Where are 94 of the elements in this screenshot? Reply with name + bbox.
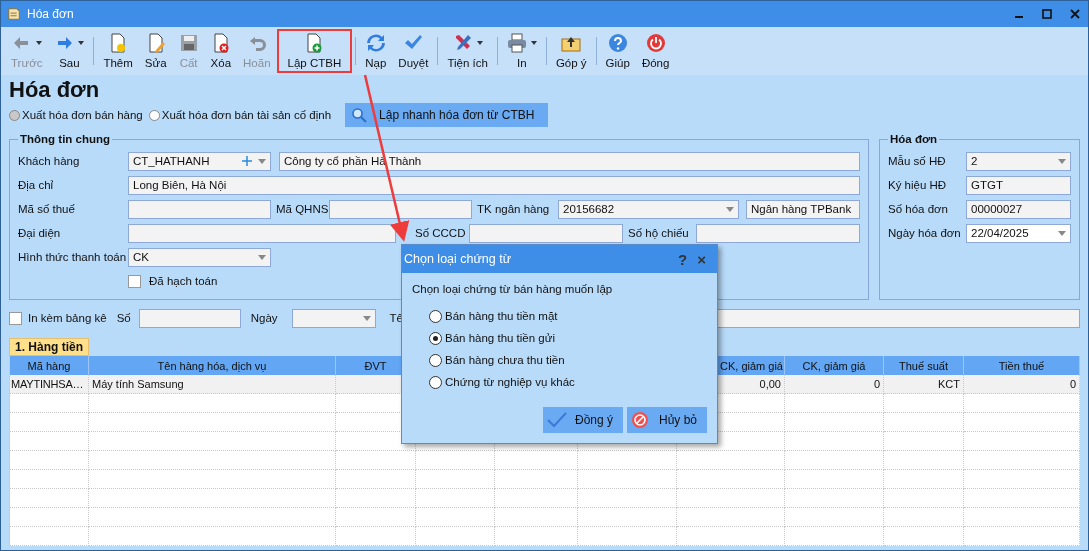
refresh-icon <box>365 33 386 53</box>
field-label: Địa chỉ <box>18 179 55 191</box>
column-header: ĐVT <box>364 359 387 372</box>
dialog-title: Chọn loại chứng từ <box>404 252 512 266</box>
column-header: Tiền thuế <box>998 359 1045 372</box>
save-icon <box>178 33 199 53</box>
toolbar-button[interactable]: Thêm <box>97 29 139 73</box>
radio-label: Bán hàng thu tiền mặt <box>445 310 558 322</box>
text-field[interactable] <box>128 223 396 243</box>
toolbar-button[interactable]: Đóng <box>635 29 676 73</box>
help-icon <box>607 33 628 53</box>
toolbar-button[interactable]: Nạp <box>359 29 393 73</box>
field-label: Ngày <box>250 312 278 324</box>
text-field[interactable]: Ngân hàng TPBank <box>746 199 860 219</box>
close-icon[interactable] <box>1070 9 1080 19</box>
field-label: Ngày hóa đơn <box>888 227 962 239</box>
caret-icon[interactable] <box>530 41 537 45</box>
text-field[interactable] <box>128 199 271 219</box>
checkbox[interactable] <box>9 311 22 325</box>
toolbar-button[interactable]: Sửa <box>138 29 173 73</box>
field-label: Số hộ chiếu <box>627 227 690 239</box>
toolbar-button[interactable]: Tiện ích <box>441 29 494 73</box>
quick-create-button[interactable]: Lập nhanh hóa đơn từ CTBH <box>345 103 549 127</box>
field-label: Số <box>116 312 131 324</box>
field-label: Số CCCD <box>414 227 467 239</box>
add-icon[interactable] <box>242 156 252 166</box>
page-heading: Hóa đơn <box>9 77 101 103</box>
column-header: Mã hàng <box>27 359 71 372</box>
field-label: TK ngân hàng <box>476 203 551 215</box>
text-field[interactable] <box>469 223 623 243</box>
dropdown-field[interactable]: 2 <box>966 151 1071 171</box>
customer-code-dropdown[interactable]: CT_HATHANH <box>128 151 271 171</box>
toolbar-button[interactable]: Duyệt <box>392 29 435 73</box>
search-icon <box>351 107 368 123</box>
field-label: Mã QHNS <box>275 203 329 215</box>
field-label: Số hóa đơn <box>888 203 949 215</box>
payment-method-dropdown[interactable]: CK <box>128 247 271 267</box>
radio-label: Bán hàng thu tiền gửi <box>445 332 555 344</box>
toolbar-button[interactable]: Sau <box>48 29 91 73</box>
toolbar-button[interactable]: Góp ý <box>549 29 593 73</box>
date-field[interactable] <box>291 308 376 328</box>
printer-icon <box>506 33 527 53</box>
field-label: Ký hiệu HĐ <box>888 179 948 191</box>
column-header: Tên hàng hóa, dịch vụ <box>157 359 267 372</box>
text-field[interactable] <box>329 199 472 219</box>
toolbar-button[interactable]: In <box>500 29 543 73</box>
field-label: Đại diện <box>18 227 62 239</box>
radio-label: Bán hàng chưa thu tiền <box>445 354 565 366</box>
field-label: Khách hàng <box>18 155 81 167</box>
power-icon <box>645 33 666 53</box>
field-label: Mã số thuế <box>18 203 76 215</box>
radio-button[interactable] <box>429 375 442 389</box>
prohibited-icon <box>631 411 649 429</box>
field-label: Mẫu số HĐ <box>888 155 947 167</box>
text-field[interactable]: GTGT <box>966 175 1071 195</box>
ok-button[interactable]: Đồng ý <box>543 407 623 433</box>
radio-label: Chứng từ nghiệp vụ khác <box>445 376 575 388</box>
group-title: Thông tin chung <box>19 133 112 145</box>
toolbar-button[interactable]: Xóa <box>204 29 238 73</box>
bank-account-dropdown[interactable]: 20156682 <box>558 199 739 219</box>
maximize-icon[interactable] <box>1042 9 1052 19</box>
radio-button[interactable] <box>429 309 442 323</box>
help-button[interactable]: ? <box>673 250 693 268</box>
column-header: Thuế suất <box>899 359 948 372</box>
radio-button[interactable] <box>148 109 160 121</box>
checkmark-icon <box>547 412 567 428</box>
text-field[interactable] <box>696 223 860 243</box>
radio-label: Xuất hóa đơn bán hàng <box>22 109 143 121</box>
caret-icon[interactable] <box>78 41 85 45</box>
close-button[interactable]: × <box>692 250 711 268</box>
app-icon <box>7 7 21 21</box>
text-field[interactable] <box>138 308 241 328</box>
text-field[interactable]: Công ty cổ phần Hà Thành <box>279 151 860 171</box>
window-title: Hóa đơn <box>27 7 74 21</box>
text-field[interactable]: 00000027 <box>966 199 1071 219</box>
dialog-prompt: Chọn loại chứng từ bán hàng muốn lập <box>412 283 614 295</box>
toolbar-button[interactable]: Giúp <box>599 29 636 73</box>
caret-icon[interactable] <box>476 41 483 45</box>
checkbox-label: Đã hạch toán <box>149 275 218 287</box>
radio-button[interactable] <box>429 331 442 345</box>
column-header: CK, giảm giá <box>802 359 866 372</box>
radio-button[interactable] <box>429 353 442 367</box>
cancel-button[interactable]: Hủy bỏ <box>627 407 707 433</box>
column-header: CK, giảm giá <box>720 359 783 372</box>
date-field[interactable]: 22/04/2025 <box>966 223 1071 243</box>
checkbox[interactable] <box>128 274 141 288</box>
checkbox-label: In kèm bảng kê <box>28 312 107 324</box>
group-title: Hóa đơn <box>889 133 939 145</box>
radio-label: Xuất hóa đơn bán tài sản cố định <box>161 109 332 121</box>
field-label: Hình thức thanh toán <box>18 251 128 263</box>
radio-button[interactable] <box>9 109 20 121</box>
toolbar-button[interactable]: Lập CTBH <box>276 29 353 73</box>
text-field[interactable]: Long Biên, Hà Nội <box>128 175 860 195</box>
tab[interactable]: 1. Hàng tiền <box>9 338 89 356</box>
